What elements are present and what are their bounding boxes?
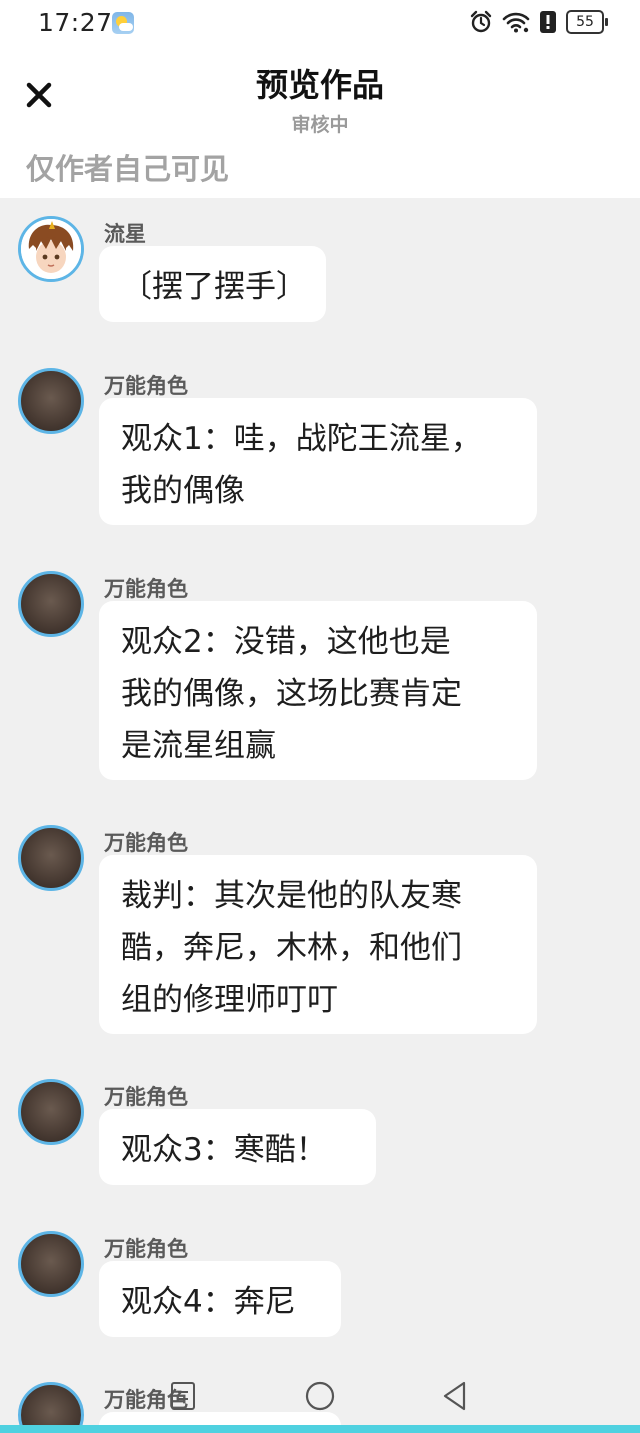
message-bubble: 〔摆了摆手〕	[99, 246, 326, 322]
sender-name: 流星	[104, 222, 146, 246]
generic-avatar[interactable]	[18, 825, 84, 891]
home-icon	[305, 1381, 335, 1411]
status-time: 17:27	[38, 8, 113, 37]
bottom-accent-strip	[0, 1425, 640, 1433]
back-icon	[443, 1381, 466, 1411]
message-bubble: 观众3：寒酷！	[99, 1109, 376, 1185]
sender-name: 万能角色	[104, 1237, 188, 1261]
generic-avatar[interactable]	[18, 571, 84, 637]
sender-name: 万能角色	[104, 577, 188, 601]
message-bubble: 观众1：哇，战陀王流星， 我的偶像	[99, 398, 537, 525]
recent-apps-icon	[171, 1382, 195, 1410]
character-avatar[interactable]	[18, 216, 84, 282]
generic-avatar[interactable]	[18, 1231, 84, 1297]
home-button[interactable]	[304, 1380, 336, 1416]
visibility-note: 仅作者自己可见	[26, 152, 230, 186]
generic-avatar[interactable]	[18, 368, 84, 434]
sender-name: 万能角色	[104, 831, 188, 855]
page-title: 预览作品	[255, 66, 384, 104]
review-status: 审核中	[291, 114, 349, 136]
sender-name: 万能角色	[104, 1085, 188, 1109]
system-nav-bar	[0, 1370, 640, 1426]
battery-icon: 55	[566, 10, 608, 34]
message-bubble: 裁判：其次是他的队友寒 酷，奔尼，木林，和他们 组的修理师叮叮	[99, 855, 537, 1034]
back-button[interactable]	[440, 1380, 470, 1416]
alert-icon	[540, 11, 556, 33]
message-bubble: 观众2：没错，这他也是 我的偶像，这场比赛肯定 是流星组赢	[99, 601, 537, 780]
alarm-icon	[470, 10, 492, 33]
weather-icon	[112, 12, 134, 34]
generic-avatar[interactable]	[18, 1079, 84, 1145]
message-bubble: 观众4：奔尼	[99, 1261, 341, 1337]
sender-name: 万能角色	[104, 374, 188, 398]
status-icons: 55	[469, 10, 608, 34]
recent-apps-button[interactable]	[168, 1380, 198, 1416]
wifi-icon	[502, 12, 530, 33]
